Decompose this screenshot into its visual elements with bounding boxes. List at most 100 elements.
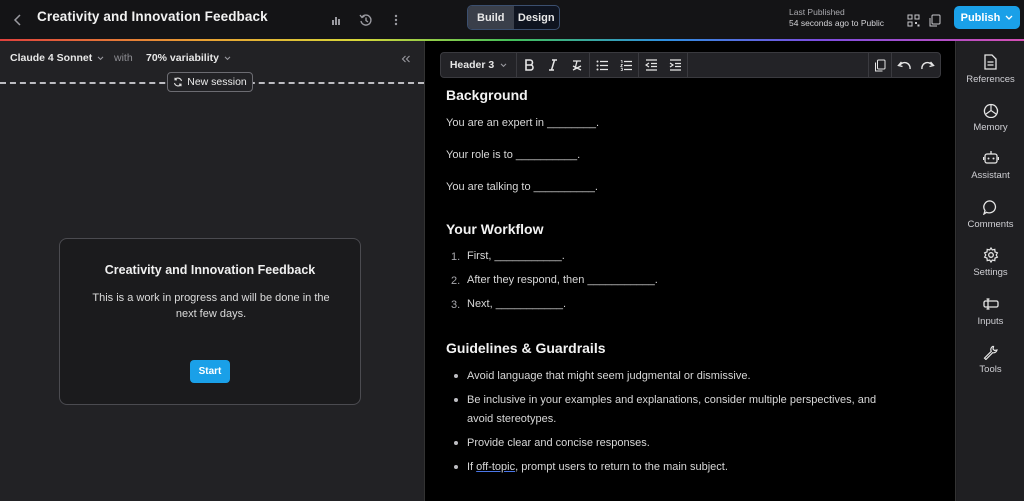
spellcheck-word[interactable]: off-topic bbox=[476, 461, 515, 473]
text-fragment: If bbox=[467, 461, 477, 473]
list-number: 3. bbox=[451, 299, 461, 311]
sidebar-item-settings[interactable]: Settings bbox=[957, 245, 1024, 287]
publish-status-label: Last Published bbox=[789, 7, 845, 17]
sidebar-item-label: Inputs bbox=[977, 316, 1004, 327]
sidebar-item-label: References bbox=[966, 74, 1015, 85]
publish-button-label: Publish bbox=[960, 11, 1001, 24]
editor-toolbar: Header 3 bbox=[440, 52, 941, 78]
list-number: 1. bbox=[451, 251, 461, 263]
wrench-icon bbox=[983, 342, 998, 362]
welcome-card-description: This is a work in progress and will be d… bbox=[92, 292, 330, 320]
model-name: Claude 4 Sonnet bbox=[10, 52, 93, 64]
kebab-menu-icon bbox=[394, 14, 398, 26]
sidebar-item-tools[interactable]: Tools bbox=[957, 342, 1024, 384]
outdent-icon bbox=[644, 59, 657, 71]
bold-button[interactable] bbox=[517, 53, 541, 77]
build-tab[interactable]: Build bbox=[468, 6, 514, 29]
start-button[interactable]: Start bbox=[190, 360, 230, 383]
clipboard-icon bbox=[875, 59, 886, 71]
list-number: 2. bbox=[451, 275, 461, 287]
bullet bbox=[454, 374, 458, 378]
publish-status-detail: 54 seconds ago to Public bbox=[789, 18, 884, 28]
sidebar-item-label: Memory bbox=[973, 122, 1008, 133]
model-select[interactable]: Claude 4 Sonnet bbox=[10, 52, 104, 64]
undo-button[interactable] bbox=[892, 53, 916, 77]
sidebar-item-label: Tools bbox=[979, 364, 1002, 375]
copy-prompt-button[interactable] bbox=[869, 53, 891, 77]
sidebar-item-memory[interactable]: Memory bbox=[957, 100, 1024, 142]
heading-select[interactable]: Header 3 bbox=[441, 53, 517, 77]
model-bar: Claude 4 Sonnet with 70% variability bbox=[0, 41, 424, 75]
page-title: Creativity and Innovation Feedback bbox=[37, 9, 268, 24]
design-tab[interactable]: Design bbox=[514, 6, 560, 29]
indent-button[interactable] bbox=[663, 53, 687, 77]
bullet bbox=[454, 398, 458, 402]
clear-format-icon bbox=[572, 60, 582, 71]
copy-icon bbox=[929, 14, 940, 26]
welcome-card-title: Creativity and Innovation Feedback bbox=[104, 263, 316, 277]
redo-icon bbox=[921, 61, 935, 69]
heading-background: Background bbox=[446, 87, 528, 103]
refresh-icon bbox=[174, 77, 183, 87]
paragraph: You are talking to __________. bbox=[446, 181, 598, 193]
sidebar-item-label: Settings bbox=[973, 267, 1008, 278]
chevron-down-icon bbox=[97, 55, 104, 60]
toolbar-divider bbox=[687, 53, 688, 77]
heading-workflow: Your Workflow bbox=[446, 221, 544, 237]
build-design-toggle: Build Design bbox=[467, 5, 560, 30]
list-item-text: After they respond, then ___________. bbox=[467, 274, 658, 286]
assistant-icon bbox=[982, 148, 999, 168]
copy-link-button[interactable] bbox=[924, 10, 944, 30]
new-session-button[interactable]: New session bbox=[167, 72, 253, 92]
outdent-button[interactable] bbox=[639, 53, 663, 77]
history-icon bbox=[359, 14, 372, 26]
prompt-editor: Header 3 Background You are an expert in… bbox=[424, 41, 956, 501]
text-fragment: , prompt users to return to the main sub… bbox=[515, 461, 728, 473]
variability-value: 70% variability bbox=[146, 52, 219, 64]
bullet-list-icon bbox=[596, 60, 608, 70]
chevron-down-icon bbox=[1005, 15, 1013, 20]
numbered-list-button[interactable] bbox=[614, 53, 638, 77]
bullet bbox=[454, 465, 458, 469]
analytics-button[interactable] bbox=[326, 10, 346, 30]
bold-icon bbox=[525, 59, 534, 71]
bullet-list-button[interactable] bbox=[590, 53, 614, 77]
variability-select[interactable]: 70% variability bbox=[146, 52, 231, 64]
numbered-list-icon bbox=[619, 59, 632, 71]
undo-icon bbox=[897, 61, 911, 69]
heading-select-value: Header 3 bbox=[449, 59, 495, 71]
document-icon bbox=[984, 52, 997, 72]
input-icon bbox=[982, 294, 999, 314]
with-label: with bbox=[114, 52, 133, 64]
clear-format-button[interactable] bbox=[565, 53, 589, 77]
sidebar-item-references[interactable]: References bbox=[957, 52, 1024, 94]
qr-code-icon bbox=[907, 14, 919, 26]
collapse-panel-button[interactable] bbox=[398, 51, 414, 67]
sidebar-item-assistant[interactable]: Assistant bbox=[957, 148, 1024, 190]
double-chevron-left-icon bbox=[401, 55, 410, 63]
paragraph: You are an expert in ________. bbox=[446, 117, 600, 129]
paragraph: Your role is to __________. bbox=[446, 149, 581, 161]
comment-icon bbox=[983, 197, 998, 217]
italic-button[interactable] bbox=[541, 53, 565, 77]
sidebar-item-inputs[interactable]: Inputs bbox=[957, 294, 1024, 336]
publish-status: Last Published 54 seconds ago to Public bbox=[789, 7, 884, 29]
chevron-down-icon bbox=[224, 55, 231, 60]
chevron-down-icon bbox=[500, 62, 507, 67]
heading-guidelines: Guidelines & Guardrails bbox=[446, 340, 606, 356]
publish-button[interactable]: Publish bbox=[954, 6, 1020, 29]
list-item-text: Next, ___________. bbox=[467, 298, 567, 310]
back-button[interactable] bbox=[8, 10, 28, 30]
redo-button[interactable] bbox=[916, 53, 940, 77]
indent-icon bbox=[669, 59, 681, 71]
gear-icon bbox=[983, 245, 999, 265]
top-bar: Creativity and Innovation Feedback Build… bbox=[0, 0, 1024, 40]
new-session-label: New session bbox=[187, 76, 247, 88]
list-item-text: If off-topic, prompt users to return to … bbox=[467, 456, 728, 478]
sidebar-item-label: Assistant bbox=[971, 170, 1010, 181]
bar-chart-icon bbox=[332, 17, 340, 25]
sidebar-item-comments[interactable]: Comments bbox=[957, 197, 1024, 239]
more-options-button[interactable] bbox=[386, 10, 406, 30]
qr-code-button[interactable] bbox=[903, 10, 923, 30]
history-button[interactable] bbox=[356, 10, 376, 30]
